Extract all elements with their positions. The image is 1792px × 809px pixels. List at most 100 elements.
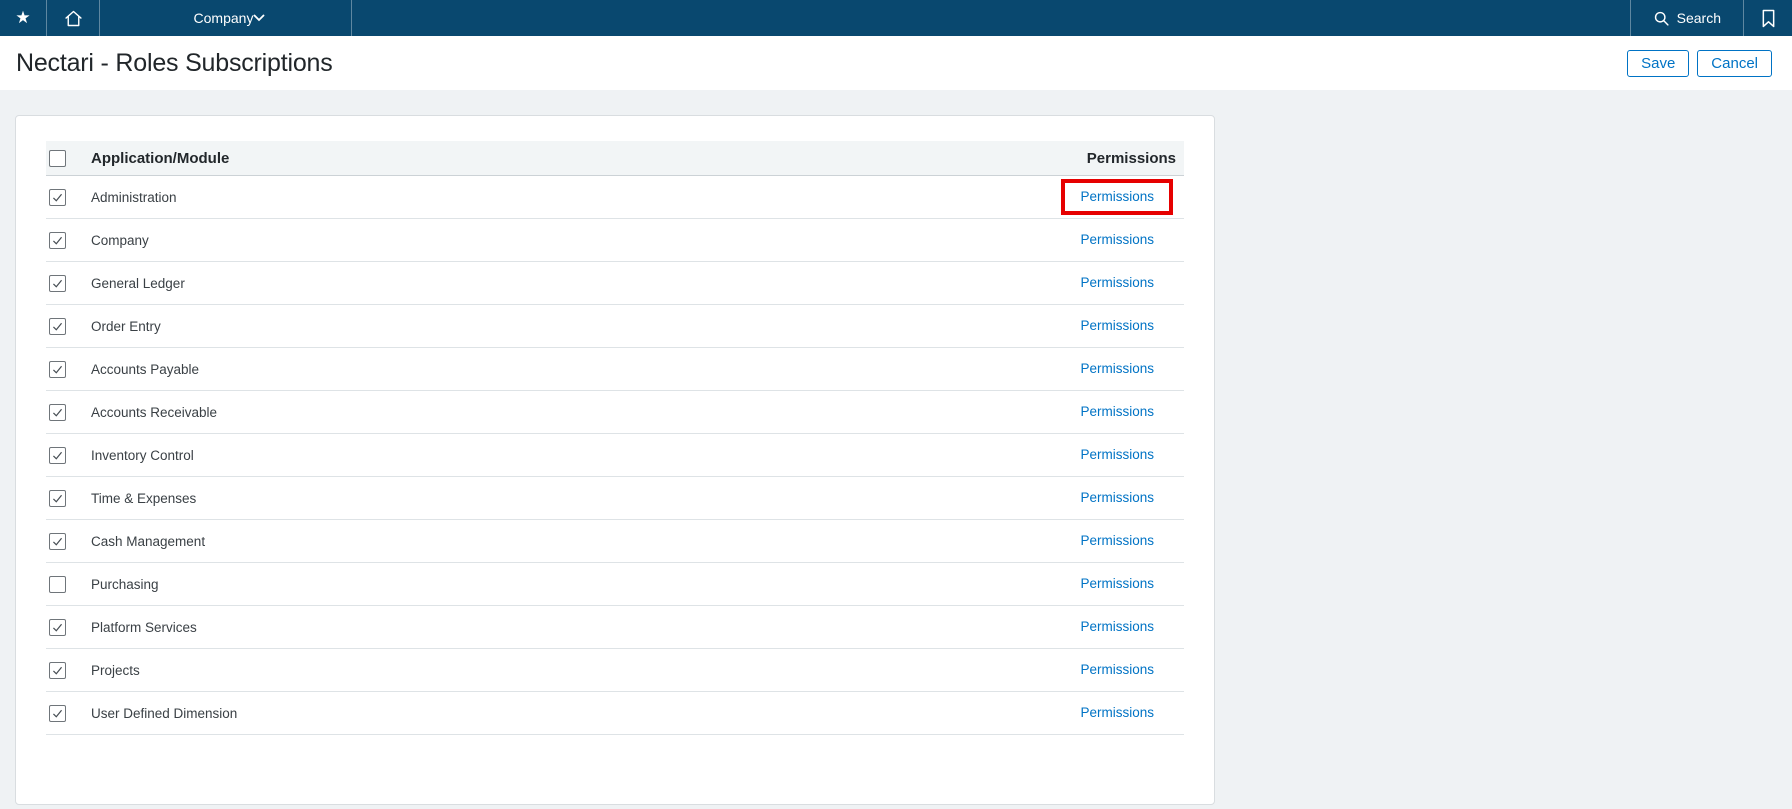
- permissions-cell: Permissions: [1061, 609, 1184, 645]
- table-row: Time & Expenses Permissions: [46, 477, 1184, 520]
- permissions-link[interactable]: Permissions: [1080, 705, 1154, 720]
- home-icon: [63, 8, 84, 29]
- table-row: Platform Services Permissions: [46, 606, 1184, 649]
- row-checkbox[interactable]: [49, 490, 66, 507]
- header-buttons: Save Cancel: [1627, 50, 1772, 77]
- row-checkbox[interactable]: [49, 662, 66, 679]
- row-checkbox-cell: [46, 189, 91, 206]
- modules-table: Application/Module Permissions Administr…: [46, 141, 1184, 735]
- row-checkbox[interactable]: [49, 275, 66, 292]
- row-checkbox[interactable]: [49, 189, 66, 206]
- permissions-link[interactable]: Permissions: [1080, 662, 1154, 677]
- permissions-link[interactable]: Permissions: [1080, 275, 1154, 290]
- page-title: Nectari - Roles Subscriptions: [16, 49, 333, 78]
- table-row: Cash Management Permissions: [46, 520, 1184, 563]
- permissions-cell: Permissions: [1061, 480, 1184, 516]
- permissions-link[interactable]: Permissions: [1080, 533, 1154, 548]
- row-checkbox[interactable]: [49, 705, 66, 722]
- module-label: Administration: [91, 190, 1061, 205]
- select-all-checkbox[interactable]: [49, 150, 66, 167]
- column-header-module: Application/Module: [91, 150, 1087, 167]
- module-label: Platform Services: [91, 620, 1061, 635]
- permissions-link[interactable]: Permissions: [1080, 490, 1154, 505]
- chevron-down-icon: [253, 14, 265, 22]
- row-checkbox[interactable]: [49, 232, 66, 249]
- permissions-link[interactable]: Permissions: [1080, 404, 1154, 419]
- table-row: Administration Permissions: [46, 176, 1184, 219]
- cancel-button[interactable]: Cancel: [1697, 50, 1772, 77]
- module-label: Order Entry: [91, 319, 1061, 334]
- row-checkbox-cell: [46, 275, 91, 292]
- row-checkbox[interactable]: [49, 576, 66, 593]
- module-label: Purchasing: [91, 577, 1061, 592]
- permissions-link[interactable]: Permissions: [1080, 189, 1154, 204]
- bookmark-icon: [1761, 9, 1776, 28]
- table-row: Accounts Payable Permissions: [46, 348, 1184, 391]
- module-label: Time & Expenses: [91, 491, 1061, 506]
- star-icon: ★: [15, 8, 30, 28]
- module-label: Projects: [91, 663, 1061, 678]
- module-label: General Ledger: [91, 276, 1061, 291]
- permissions-cell: Permissions: [1061, 308, 1184, 344]
- permissions-cell: Permissions: [1061, 695, 1184, 731]
- permissions-link[interactable]: Permissions: [1080, 447, 1154, 462]
- row-checkbox-cell: [46, 619, 91, 636]
- table-body: Administration Permissions Company: [46, 176, 1184, 735]
- row-checkbox[interactable]: [49, 619, 66, 636]
- module-label: Accounts Receivable: [91, 405, 1061, 420]
- highlight-box: Permissions: [1061, 265, 1173, 301]
- top-navigation-bar: ★ Company Search: [0, 0, 1792, 36]
- table-row: Projects Permissions: [46, 649, 1184, 692]
- permissions-link[interactable]: Permissions: [1080, 232, 1154, 247]
- bookmark-button[interactable]: [1743, 0, 1792, 36]
- permissions-link[interactable]: Permissions: [1080, 576, 1154, 591]
- row-checkbox[interactable]: [49, 447, 66, 464]
- highlight-box: Permissions: [1061, 652, 1173, 688]
- highlight-box: Permissions: [1061, 308, 1173, 344]
- permissions-cell: Permissions: [1061, 265, 1184, 301]
- highlight-box: Permissions: [1061, 351, 1173, 387]
- search-label: Search: [1677, 10, 1721, 26]
- table-row: Inventory Control Permissions: [46, 434, 1184, 477]
- row-checkbox-cell: [46, 490, 91, 507]
- highlight-box: Permissions: [1061, 609, 1173, 645]
- permissions-cell: Permissions: [1061, 394, 1184, 430]
- home-button[interactable]: [47, 0, 100, 36]
- search-icon: [1653, 10, 1670, 27]
- table-header-row: Application/Module Permissions: [46, 141, 1184, 176]
- content-area: Application/Module Permissions Administr…: [0, 90, 1792, 809]
- table-row: Accounts Receivable Permissions: [46, 391, 1184, 434]
- header-checkbox-cell: [46, 150, 91, 167]
- row-checkbox-cell: [46, 533, 91, 550]
- row-checkbox[interactable]: [49, 533, 66, 550]
- row-checkbox[interactable]: [49, 318, 66, 335]
- permissions-cell: Permissions: [1061, 351, 1184, 387]
- permissions-link[interactable]: Permissions: [1080, 619, 1154, 634]
- permissions-cell: Permissions: [1061, 179, 1184, 215]
- favorites-button[interactable]: ★: [0, 0, 47, 36]
- permissions-cell: Permissions: [1061, 523, 1184, 559]
- module-label: Cash Management: [91, 534, 1061, 549]
- permissions-link[interactable]: Permissions: [1080, 361, 1154, 376]
- highlight-box: Permissions: [1061, 394, 1173, 430]
- table-row: Purchasing Permissions: [46, 563, 1184, 606]
- row-checkbox[interactable]: [49, 404, 66, 421]
- save-button[interactable]: Save: [1627, 50, 1689, 77]
- company-dropdown[interactable]: Company: [100, 0, 352, 36]
- row-checkbox-cell: [46, 361, 91, 378]
- highlight-box: Permissions: [1061, 523, 1173, 559]
- permissions-cell: Permissions: [1061, 566, 1184, 602]
- table-row: General Ledger Permissions: [46, 262, 1184, 305]
- row-checkbox[interactable]: [49, 361, 66, 378]
- search-button[interactable]: Search: [1630, 0, 1743, 36]
- row-checkbox-cell: [46, 318, 91, 335]
- highlight-box: Permissions: [1061, 179, 1173, 215]
- module-label: Accounts Payable: [91, 362, 1061, 377]
- subscriptions-card: Application/Module Permissions Administr…: [15, 115, 1215, 805]
- permissions-link[interactable]: Permissions: [1080, 318, 1154, 333]
- table-row: Order Entry Permissions: [46, 305, 1184, 348]
- row-checkbox-cell: [46, 447, 91, 464]
- highlight-box: Permissions: [1061, 695, 1173, 731]
- row-checkbox-cell: [46, 705, 91, 722]
- row-checkbox-cell: [46, 662, 91, 679]
